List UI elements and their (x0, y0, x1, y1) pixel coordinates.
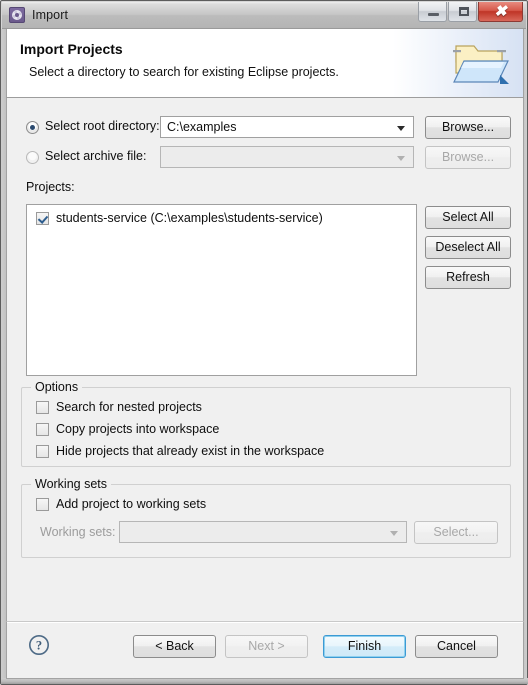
window-title: Import (32, 8, 69, 22)
checkbox-hide-existing-projects[interactable]: Hide projects that already exist in the … (36, 444, 324, 458)
working-sets-field-label: Working sets: (40, 525, 116, 539)
checkbox-box (36, 422, 49, 436)
finish-button[interactable]: Finish (323, 635, 406, 658)
page-subtitle: Select a directory to search for existin… (29, 65, 339, 79)
cog-icon (12, 10, 22, 20)
refresh-button[interactable]: Refresh (425, 266, 511, 289)
archive-file-combo (160, 146, 414, 168)
browse-root-directory-button[interactable]: Browse... (425, 116, 511, 139)
working-sets-select-button: Select... (414, 521, 498, 544)
project-name: students-service (C:\examples\students-s… (56, 211, 323, 225)
dialog-header: Import Projects Select a directory to se… (6, 29, 524, 98)
open-folder-icon (453, 45, 509, 84)
deselect-all-button[interactable]: Deselect All (425, 236, 511, 259)
eclipse-import-icon (9, 7, 25, 23)
radio-select-root-directory[interactable] (26, 121, 39, 134)
minimize-button[interactable] (418, 2, 447, 22)
working-sets-combo (119, 521, 407, 543)
list-item[interactable]: students-service (C:\examples\students-s… (36, 211, 323, 225)
help-icon[interactable]: ? (28, 634, 50, 656)
checkbox-label: Add project to working sets (56, 497, 207, 511)
select-all-button[interactable]: Select All (425, 206, 511, 229)
maximize-button[interactable] (448, 2, 477, 22)
checkbox-box (36, 400, 49, 414)
title-bar[interactable]: Import ✖ (2, 2, 526, 29)
root-directory-value: C:\examples (167, 120, 237, 134)
cancel-button[interactable]: Cancel (415, 635, 498, 658)
browse-archive-file-button: Browse... (425, 146, 511, 169)
dialog-body: Select root directory: C:\examples Brows… (6, 98, 524, 621)
chevron-down-icon (390, 531, 398, 536)
checkbox-copy-projects-into-workspace[interactable]: Copy projects into workspace (36, 422, 219, 436)
working-sets-caption: Working sets (31, 477, 112, 491)
root-directory-combo[interactable]: C:\examples (160, 116, 414, 138)
page-title: Import Projects (20, 41, 123, 57)
checkbox-add-project-to-working-sets[interactable]: Add project to working sets (36, 497, 206, 511)
chevron-down-icon (397, 126, 405, 131)
checkbox-label: Copy projects into workspace (56, 422, 220, 436)
minimize-icon (428, 13, 439, 16)
import-dialog-window: Import ✖ Import Projects Select a direct… (0, 0, 528, 685)
dialog-footer: ? < Back Next > Finish Cancel (6, 621, 524, 679)
close-icon: ✖ (494, 4, 507, 20)
options-group: Options Search for nested projects Copy … (21, 380, 511, 467)
checkbox-box (36, 444, 49, 458)
maximize-icon (459, 7, 469, 16)
label-select-archive-file: Select archive file: (45, 149, 147, 163)
back-button[interactable]: < Back (133, 635, 216, 658)
next-button: Next > (225, 635, 308, 658)
radio-select-archive-file[interactable] (26, 151, 39, 164)
close-button[interactable]: ✖ (478, 2, 523, 22)
checkbox-label: Hide projects that already exist in the … (56, 444, 325, 458)
projects-label: Projects: (26, 180, 75, 194)
svg-text:?: ? (36, 639, 42, 653)
label-select-root-directory: Select root directory: (45, 119, 160, 133)
projects-list[interactable]: students-service (C:\examples\students-s… (26, 204, 417, 376)
checkbox-label: Search for nested projects (56, 400, 202, 414)
checkbox-box (36, 497, 49, 511)
working-sets-group: Working sets Add project to working sets… (21, 477, 511, 558)
chevron-down-icon (397, 156, 405, 161)
project-checkbox[interactable] (36, 211, 49, 225)
window-controls: ✖ (417, 2, 523, 24)
options-caption: Options (31, 380, 83, 394)
checkbox-search-nested-projects[interactable]: Search for nested projects (36, 400, 202, 414)
